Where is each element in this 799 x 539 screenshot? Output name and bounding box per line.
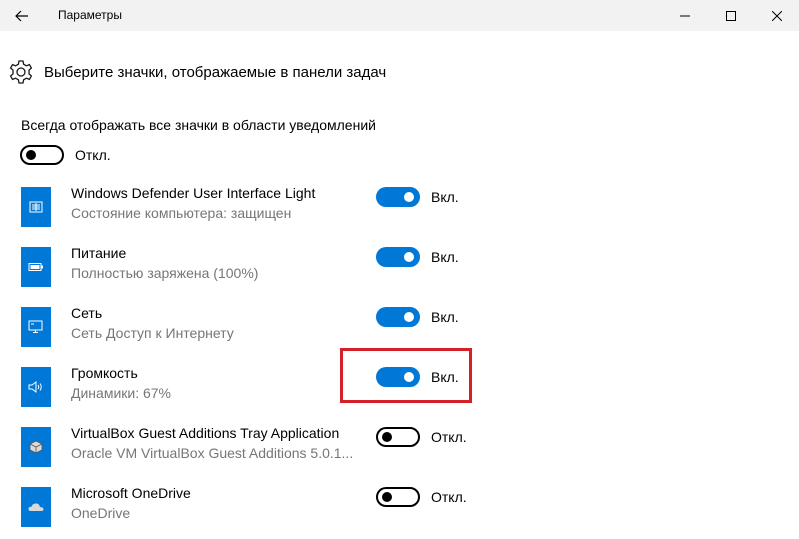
item-description: Полностью заряжена (100%) — [71, 265, 259, 281]
back-button[interactable] — [0, 0, 44, 31]
maximize-icon — [726, 10, 736, 21]
item-toggle-row: Откл. — [376, 487, 467, 507]
item-name: Сеть — [71, 305, 103, 321]
always-show-toggle[interactable] — [20, 145, 64, 165]
settings-window: Параметры Выберите значки, отображаемые … — [0, 0, 799, 539]
toggle-knob — [26, 150, 36, 160]
item-state: Откл. — [431, 489, 467, 505]
item-toggle-row: Вкл. — [376, 307, 459, 327]
item-description: Oracle VM VirtualBox Guest Additions 5.0… — [71, 445, 354, 461]
power-toggle[interactable] — [376, 247, 420, 267]
network-icon — [21, 307, 51, 347]
list-item-defender: Windows Defender User Interface Light Со… — [21, 185, 501, 229]
toggle-knob — [404, 192, 414, 202]
back-arrow-icon — [15, 10, 28, 21]
item-name: Питание — [71, 245, 127, 261]
list-item-network: Сеть Сеть Доступ к Интернету Вкл. — [21, 305, 501, 349]
speaker-icon — [21, 367, 51, 407]
minimize-button[interactable] — [662, 0, 708, 31]
item-description: Динамики: 67% — [71, 385, 172, 401]
highlight-box — [340, 348, 472, 403]
always-show-toggle-row: Откл. — [20, 145, 111, 165]
defender-toggle[interactable] — [376, 187, 420, 207]
item-toggle-row: Вкл. — [376, 187, 459, 207]
maximize-button[interactable] — [708, 0, 754, 31]
virtualbox-toggle[interactable] — [376, 427, 420, 447]
onedrive-icon — [21, 487, 51, 527]
window-title: Параметры — [58, 8, 122, 22]
list-item-onedrive: Microsoft OneDrive OneDrive Откл. — [21, 485, 501, 529]
item-state: Вкл. — [431, 249, 459, 265]
page-header: Выберите значки, отображаемые в панели з… — [8, 58, 386, 86]
item-description: Сеть Доступ к Интернету — [71, 325, 234, 341]
close-button[interactable] — [754, 0, 799, 31]
title-bar: Параметры — [0, 0, 799, 31]
onedrive-toggle[interactable] — [376, 487, 420, 507]
minimize-icon — [680, 15, 690, 16]
virtualbox-icon — [21, 427, 51, 467]
item-state: Вкл. — [431, 189, 459, 205]
item-name: VirtualBox Guest Additions Tray Applicat… — [71, 425, 340, 441]
toggle-knob — [382, 432, 392, 442]
network-toggle[interactable] — [376, 307, 420, 327]
item-name: Windows Defender User Interface Light — [71, 185, 316, 201]
toggle-knob — [404, 252, 414, 262]
always-show-state: Откл. — [75, 147, 111, 163]
toggle-knob — [404, 312, 414, 322]
battery-icon — [21, 247, 51, 287]
item-state: Вкл. — [431, 309, 459, 325]
always-show-label: Всегда отображать все значки в области у… — [21, 117, 376, 133]
toggle-knob — [382, 492, 392, 502]
close-icon — [772, 10, 782, 21]
item-state: Откл. — [431, 429, 467, 445]
list-item-power: Питание Полностью заряжена (100%) Вкл. — [21, 245, 501, 289]
item-toggle-row: Вкл. — [376, 247, 459, 267]
item-name: Microsoft OneDrive — [71, 485, 191, 501]
item-description: OneDrive — [71, 505, 131, 521]
page-title: Выберите значки, отображаемые в панели з… — [44, 63, 387, 81]
list-item-virtualbox: VirtualBox Guest Additions Tray Applicat… — [21, 425, 501, 469]
gear-icon — [8, 59, 34, 85]
item-description: Состояние компьютера: защищен — [71, 205, 292, 221]
item-name: Громкость — [71, 365, 138, 381]
defender-icon — [21, 187, 51, 227]
item-toggle-row: Откл. — [376, 427, 467, 447]
